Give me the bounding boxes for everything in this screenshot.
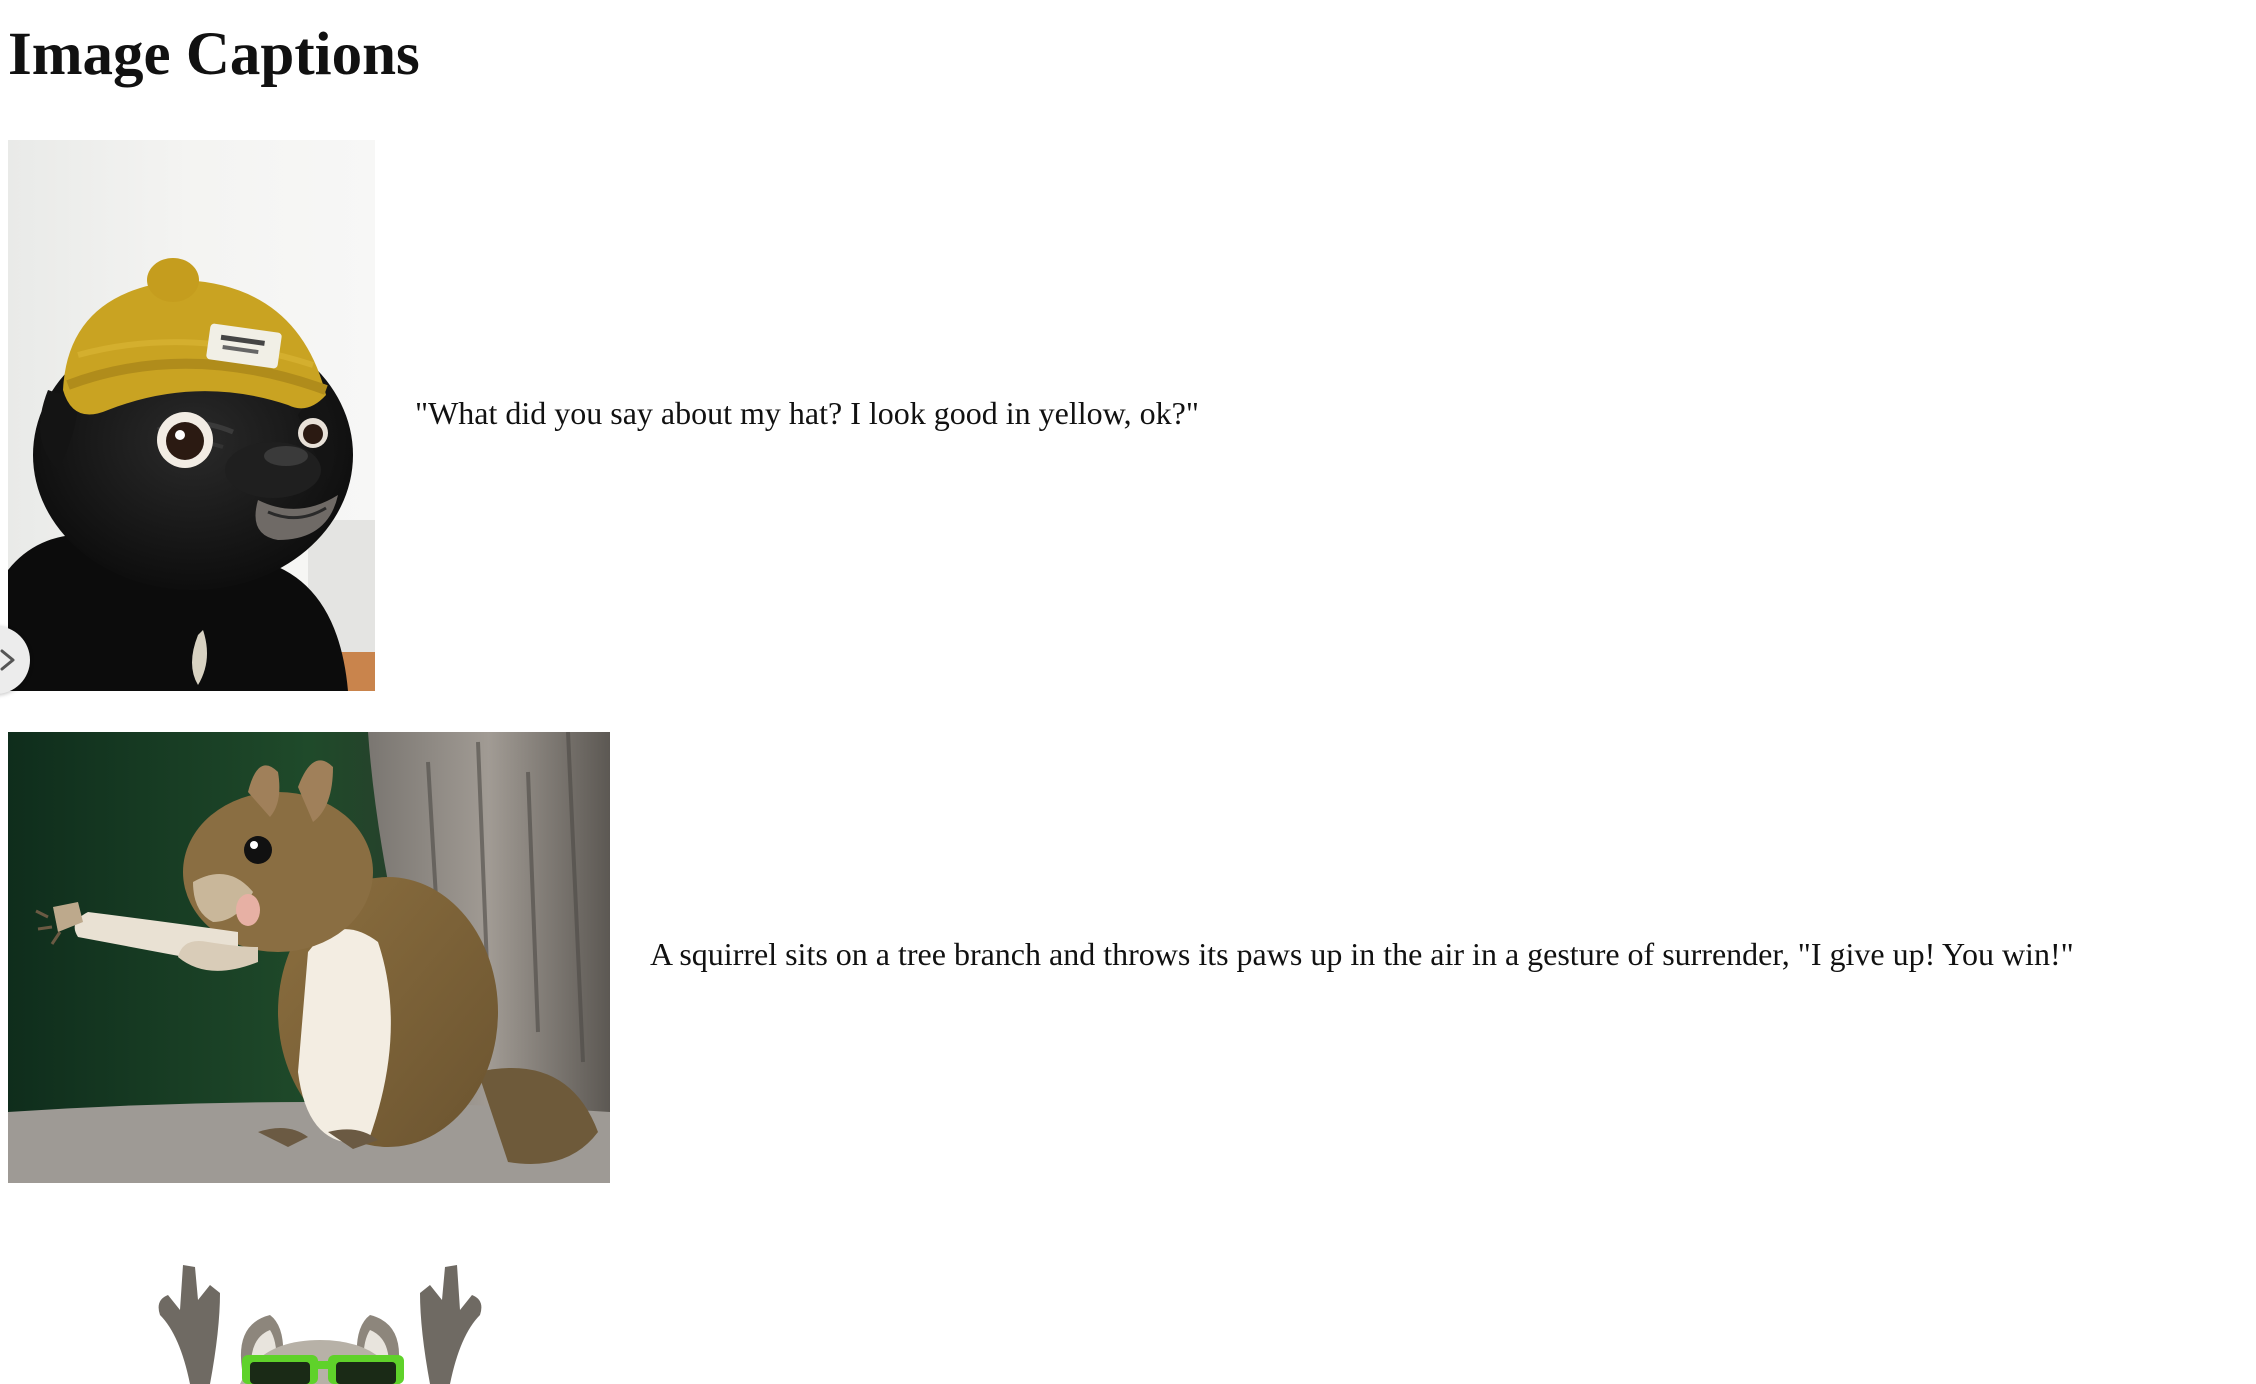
raccoon-image — [150, 1255, 490, 1384]
page-title: Image Captions — [8, 21, 420, 88]
chevron-right-icon — [0, 649, 15, 671]
pug-image — [8, 140, 375, 691]
squirrel-caption: A squirrel sits on a tree branch and thr… — [650, 936, 2074, 972]
pug-caption: "What did you say about my hat? I look g… — [415, 395, 1199, 431]
squirrel-image — [8, 732, 610, 1183]
